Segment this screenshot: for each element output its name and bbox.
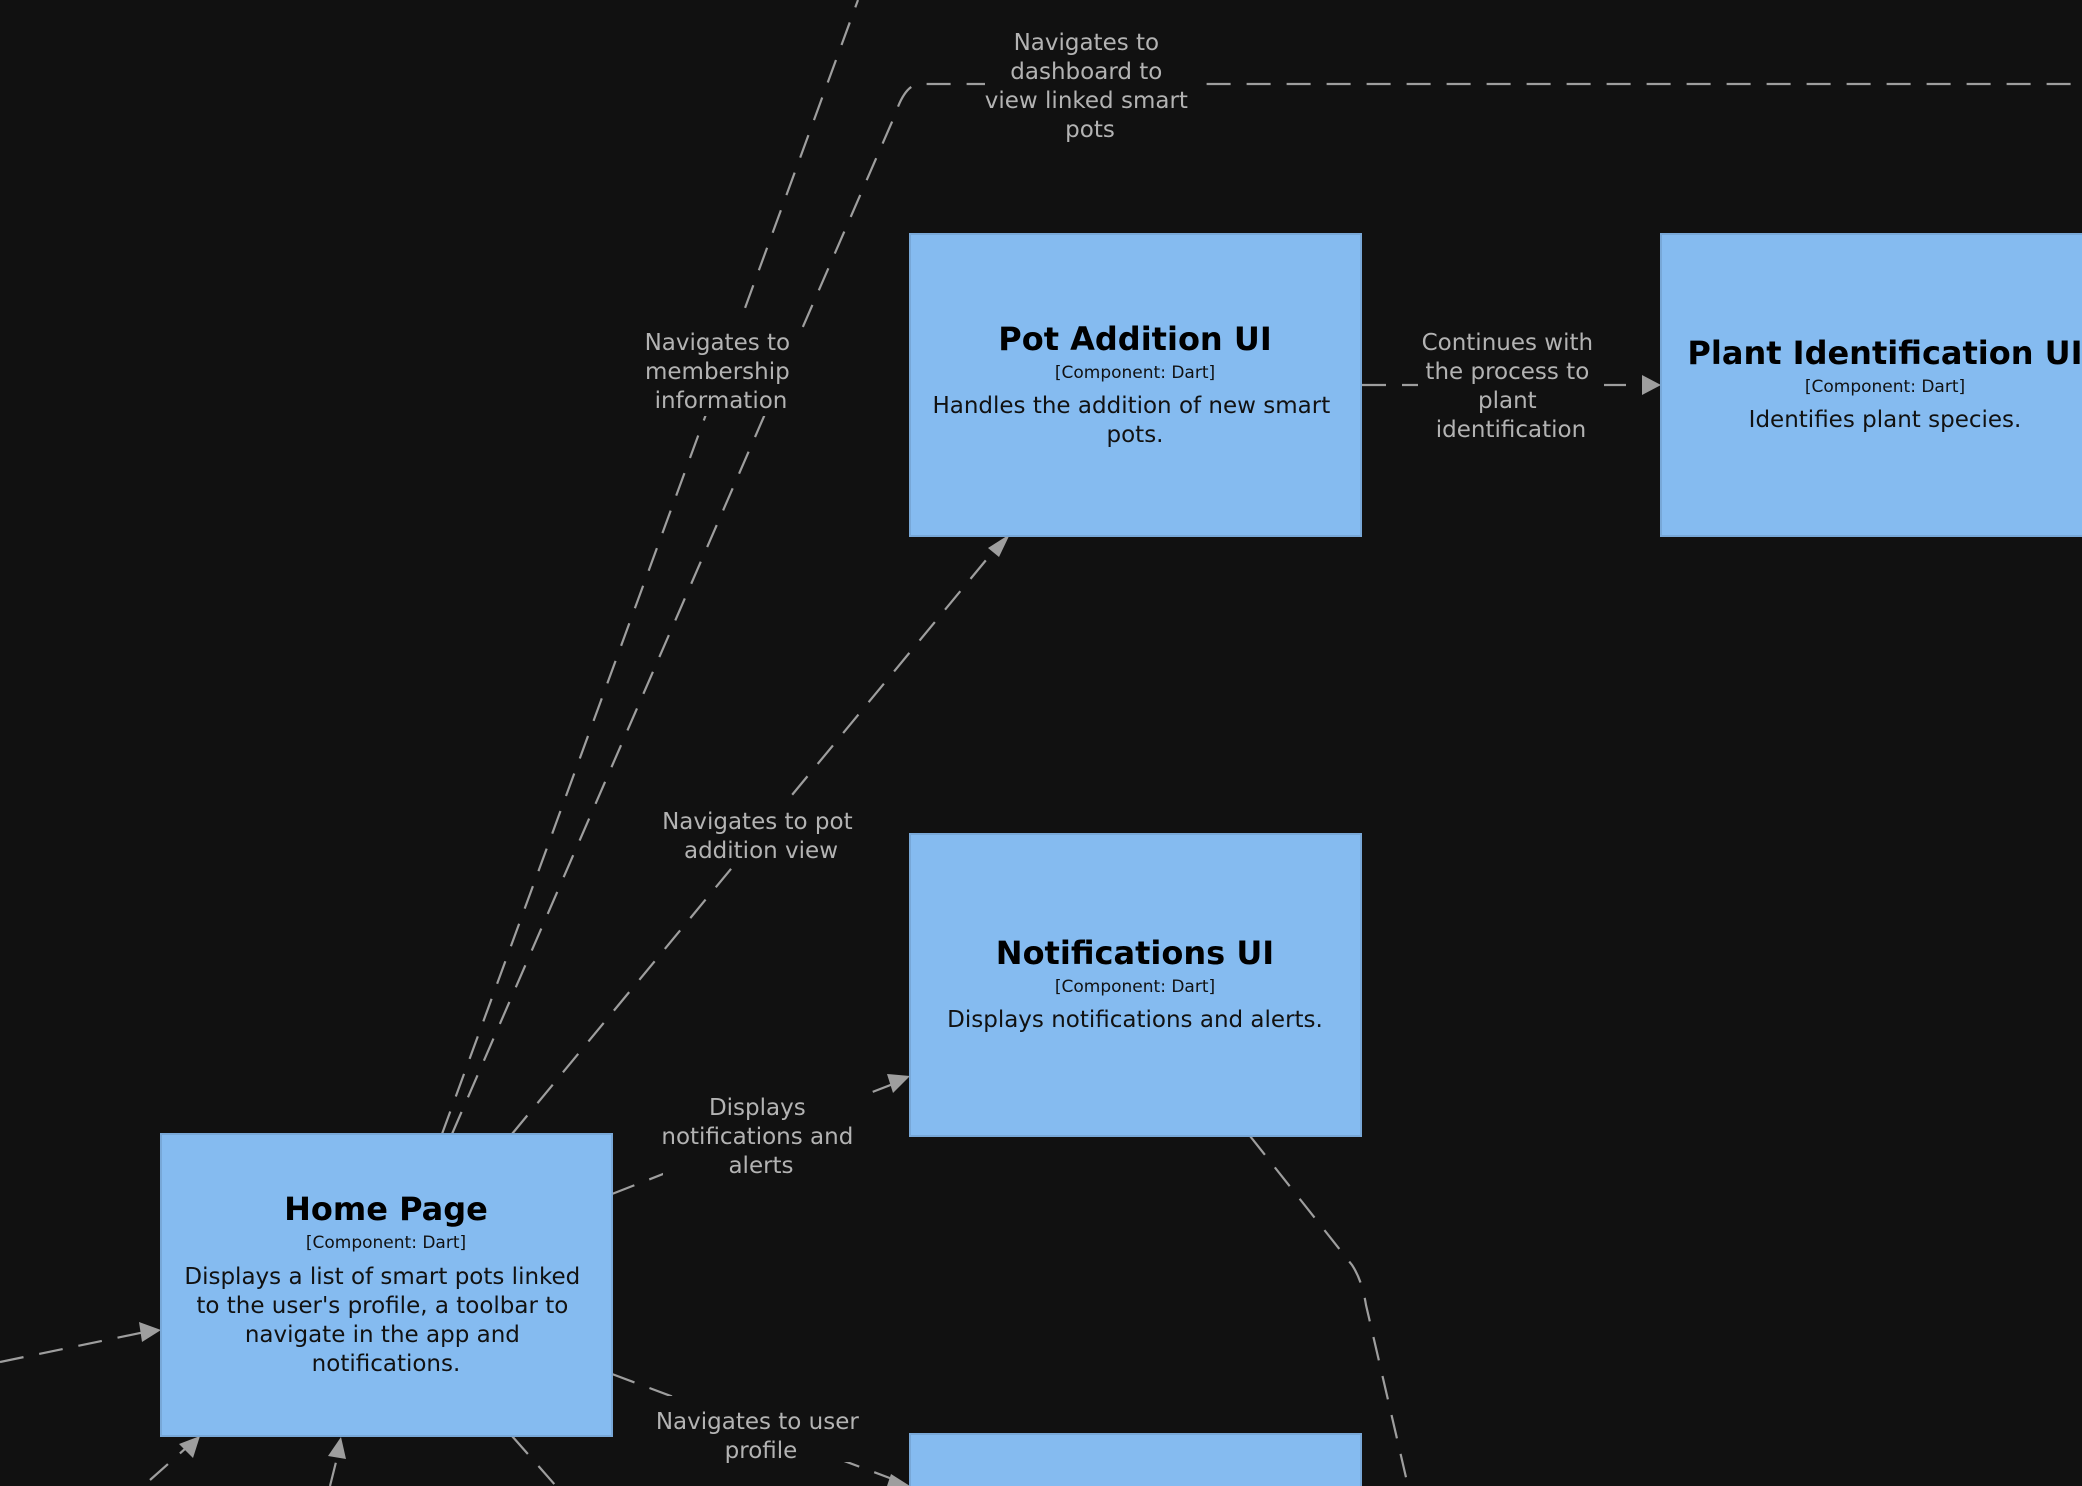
component-title: Pot Addition UI — [998, 320, 1271, 358]
edge-incoming-left — [0, 1330, 146, 1364]
component-tech: [Component: Dart] — [1055, 363, 1215, 383]
component-box — [909, 1433, 1362, 1486]
label-notifications-alerts-line: Displays — [709, 1095, 806, 1121]
component-plant-identification-ui[interactable]: Plant Identification UI [Component: Dart… — [1660, 233, 2082, 537]
component-description: Displays notifications and alerts. — [947, 1007, 1323, 1033]
edge-outgoing-bottom — [511, 1435, 557, 1486]
label-continues-line: plant — [1478, 388, 1537, 414]
component-description-line: Handles the addition of new smart — [932, 393, 1330, 419]
component-box — [909, 233, 1362, 537]
label-dashboard-line: Navigates to — [1014, 30, 1160, 56]
component-description-line: Identifies plant species. — [1749, 407, 2022, 433]
component-tech: [Component: Dart] — [1805, 377, 1965, 397]
edge-incoming-bottom-2 — [328, 1457, 339, 1486]
arrowhead-pot-addition — [988, 534, 1010, 557]
label-user-profile-line: Navigates to user — [656, 1409, 860, 1435]
label-user-profile-line: profile — [725, 1438, 798, 1464]
arrowhead-home-bottom-2 — [328, 1437, 346, 1459]
label-notifications-alerts-line: notifications and — [661, 1124, 853, 1150]
label-membership-line: Navigates to — [645, 330, 791, 356]
arrowhead-notifications — [887, 1074, 910, 1093]
label-pot-addition-view-line: Navigates to pot — [662, 809, 853, 835]
arrowhead-home-left — [139, 1322, 161, 1342]
component-description-line: navigate in the app and — [245, 1322, 520, 1348]
label-pot-addition-view-line: addition view — [684, 838, 838, 864]
component-title: Plant Identification UI — [1687, 334, 2082, 372]
component-description-line: to the user's profile, a toolbar to — [196, 1293, 568, 1319]
component-description: Identifies plant species. — [1749, 407, 2022, 433]
component-description-line: Displays notifications and alerts. — [947, 1007, 1323, 1033]
edge-membership — [440, 0, 860, 1135]
component-description-line: pots. — [1107, 422, 1164, 448]
label-notifications-alerts-line: alerts — [728, 1153, 793, 1179]
arrowhead-plant-identification — [1642, 375, 1661, 395]
component-description-line: Displays a list of smart pots linked — [184, 1264, 580, 1290]
component-tech: [Component: Dart] — [306, 1233, 466, 1253]
label-continues-line: Continues with — [1422, 330, 1594, 356]
component-user-profile-ui[interactable] — [909, 1433, 1362, 1486]
label-dashboard-line: dashboard to — [1010, 59, 1162, 85]
component-description-line: notifications. — [312, 1351, 461, 1377]
component-home-page[interactable]: Home Page [Component: Dart] Displays a l… — [160, 1133, 613, 1437]
component-notifications-ui[interactable]: Notifications UI [Component: Dart] Displ… — [909, 833, 1362, 1137]
arrowhead-home-bottom-1 — [179, 1436, 200, 1458]
edge-incoming-bottom-1 — [149, 1447, 187, 1481]
component-pot-addition-ui[interactable]: Pot Addition UI [Component: Dart] Handle… — [909, 233, 1362, 537]
architecture-diagram: Navigates to dashboard to view linked sm… — [0, 0, 2082, 1486]
label-membership: Navigates to membership information — [645, 330, 798, 414]
label-membership-line: membership — [645, 359, 790, 385]
label-dashboard-line: view linked smart — [985, 88, 1188, 114]
label-continues-line: identification — [1436, 417, 1586, 443]
label-continues-line: the process to — [1425, 359, 1589, 385]
arrowhead-user-profile — [887, 1474, 910, 1486]
component-title: Notifications UI — [996, 934, 1274, 972]
label-dashboard-line: pots — [1065, 117, 1115, 143]
label-membership-line: information — [655, 388, 788, 414]
component-tech: [Component: Dart] — [1055, 977, 1215, 997]
component-title: Home Page — [284, 1190, 488, 1228]
